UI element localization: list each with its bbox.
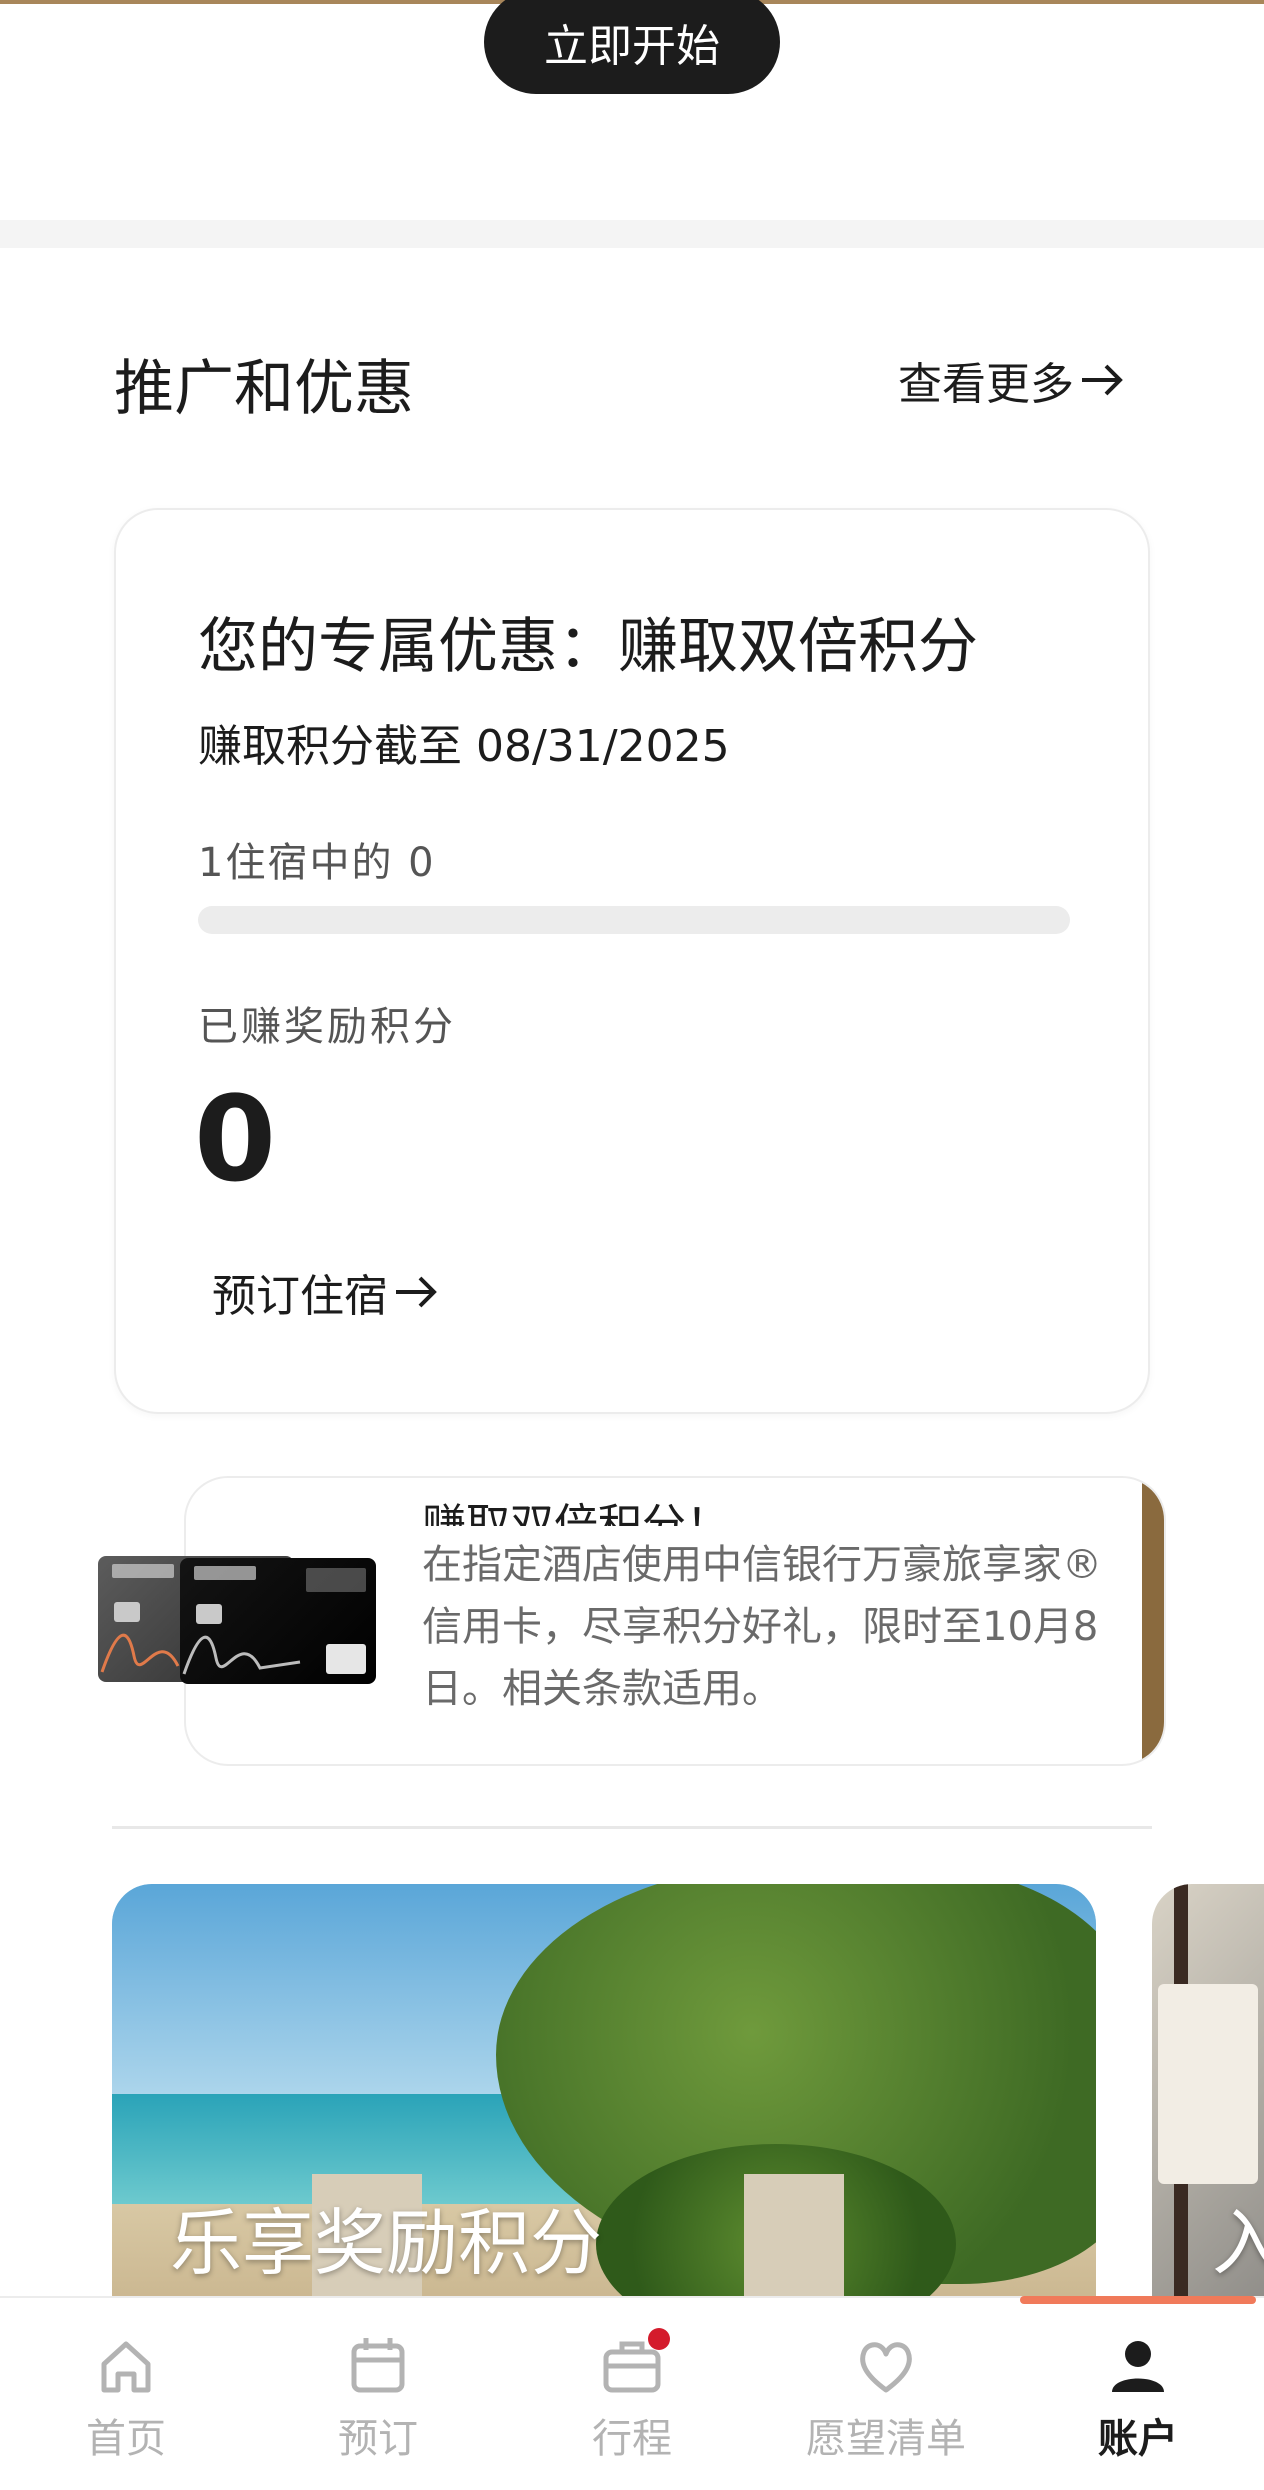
- card-swirl-icon: [182, 1635, 301, 1675]
- heart-icon: [860, 2342, 912, 2393]
- tab-trips[interactable]: 行程: [532, 2334, 732, 2464]
- stay-progress-bar: [198, 906, 1070, 934]
- person-icon: [1112, 2341, 1164, 2392]
- tab-label: 预订: [338, 2416, 418, 2462]
- home-icon: [101, 2341, 151, 2393]
- tab-label: 行程: [592, 2416, 672, 2462]
- tab-label: 愿望清单: [806, 2416, 966, 2462]
- feature-card-next[interactable]: 入: [1152, 1884, 1264, 2304]
- unionpay-logo: [326, 1644, 366, 1674]
- promo-title: 赚取双倍积分！: [422, 1500, 730, 1526]
- earned-points-label: 已赚奖励积分: [198, 1004, 456, 1050]
- notification-badge: [648, 2328, 670, 2350]
- carousel-scroll-indicator: [1020, 2296, 1256, 2304]
- tab-book[interactable]: 预订: [278, 2334, 478, 2464]
- content-divider: [112, 1826, 1152, 1829]
- offer-deadline: 赚取积分截至 08/31/2025: [198, 721, 730, 772]
- tab-label: 首页: [86, 2416, 166, 2462]
- tab-home[interactable]: 首页: [26, 2334, 226, 2464]
- section-separator: [0, 220, 1264, 248]
- earned-points-value: 0: [194, 1070, 277, 1208]
- see-more-label: 查看更多: [898, 359, 1074, 410]
- book-stay-label: 预订住宿: [212, 1271, 388, 1322]
- bonvoy-logo: [306, 1568, 366, 1592]
- exclusive-offer-card[interactable]: 您的专属优惠：赚取双倍积分 赚取积分截至 08/31/2025 1住宿中的 0 …: [114, 508, 1150, 1414]
- credit-card-image: [98, 1556, 378, 1686]
- see-more-link[interactable]: 查看更多: [898, 348, 1126, 412]
- book-stay-link[interactable]: 预订住宿: [212, 1260, 440, 1324]
- calendar-icon: [351, 2338, 405, 2393]
- offer-title: 您的专属优惠：赚取双倍积分: [198, 612, 978, 682]
- feature-title: 入: [1212, 2201, 1264, 2285]
- stone-pillar: [744, 2174, 844, 2304]
- arrow-right-icon: [1082, 364, 1123, 396]
- promo-accent-bar: [1142, 1478, 1164, 1764]
- tab-wishlist[interactable]: 愿望清单: [786, 2334, 986, 2464]
- tab-account[interactable]: 账户: [1038, 2334, 1238, 2464]
- bank-logo: [112, 1564, 174, 1578]
- tab-label: 账户: [1098, 2416, 1178, 2462]
- bank-logo: [194, 1566, 256, 1580]
- arrow-right-icon: [396, 1276, 437, 1308]
- promo-body: 在指定酒店使用中信银行万豪旅享家®信用卡，尽享积分好礼，限时至10月8日。相关条…: [422, 1542, 1102, 1712]
- feature-title: 乐享奖励积分: [170, 2201, 603, 2285]
- lamp-shade: [1158, 1984, 1258, 2184]
- feature-card-rewards[interactable]: 乐享奖励积分: [112, 1884, 1096, 2304]
- stay-progress-label: 1住宿中的 0: [198, 840, 436, 886]
- bottom-tab-bar: 首页 预订 行程 愿望清单 账户: [0, 2296, 1264, 2490]
- section-title: 推广和优惠: [114, 354, 414, 424]
- credit-card-black: [180, 1558, 376, 1684]
- start-now-button[interactable]: 立即开始: [484, 0, 780, 94]
